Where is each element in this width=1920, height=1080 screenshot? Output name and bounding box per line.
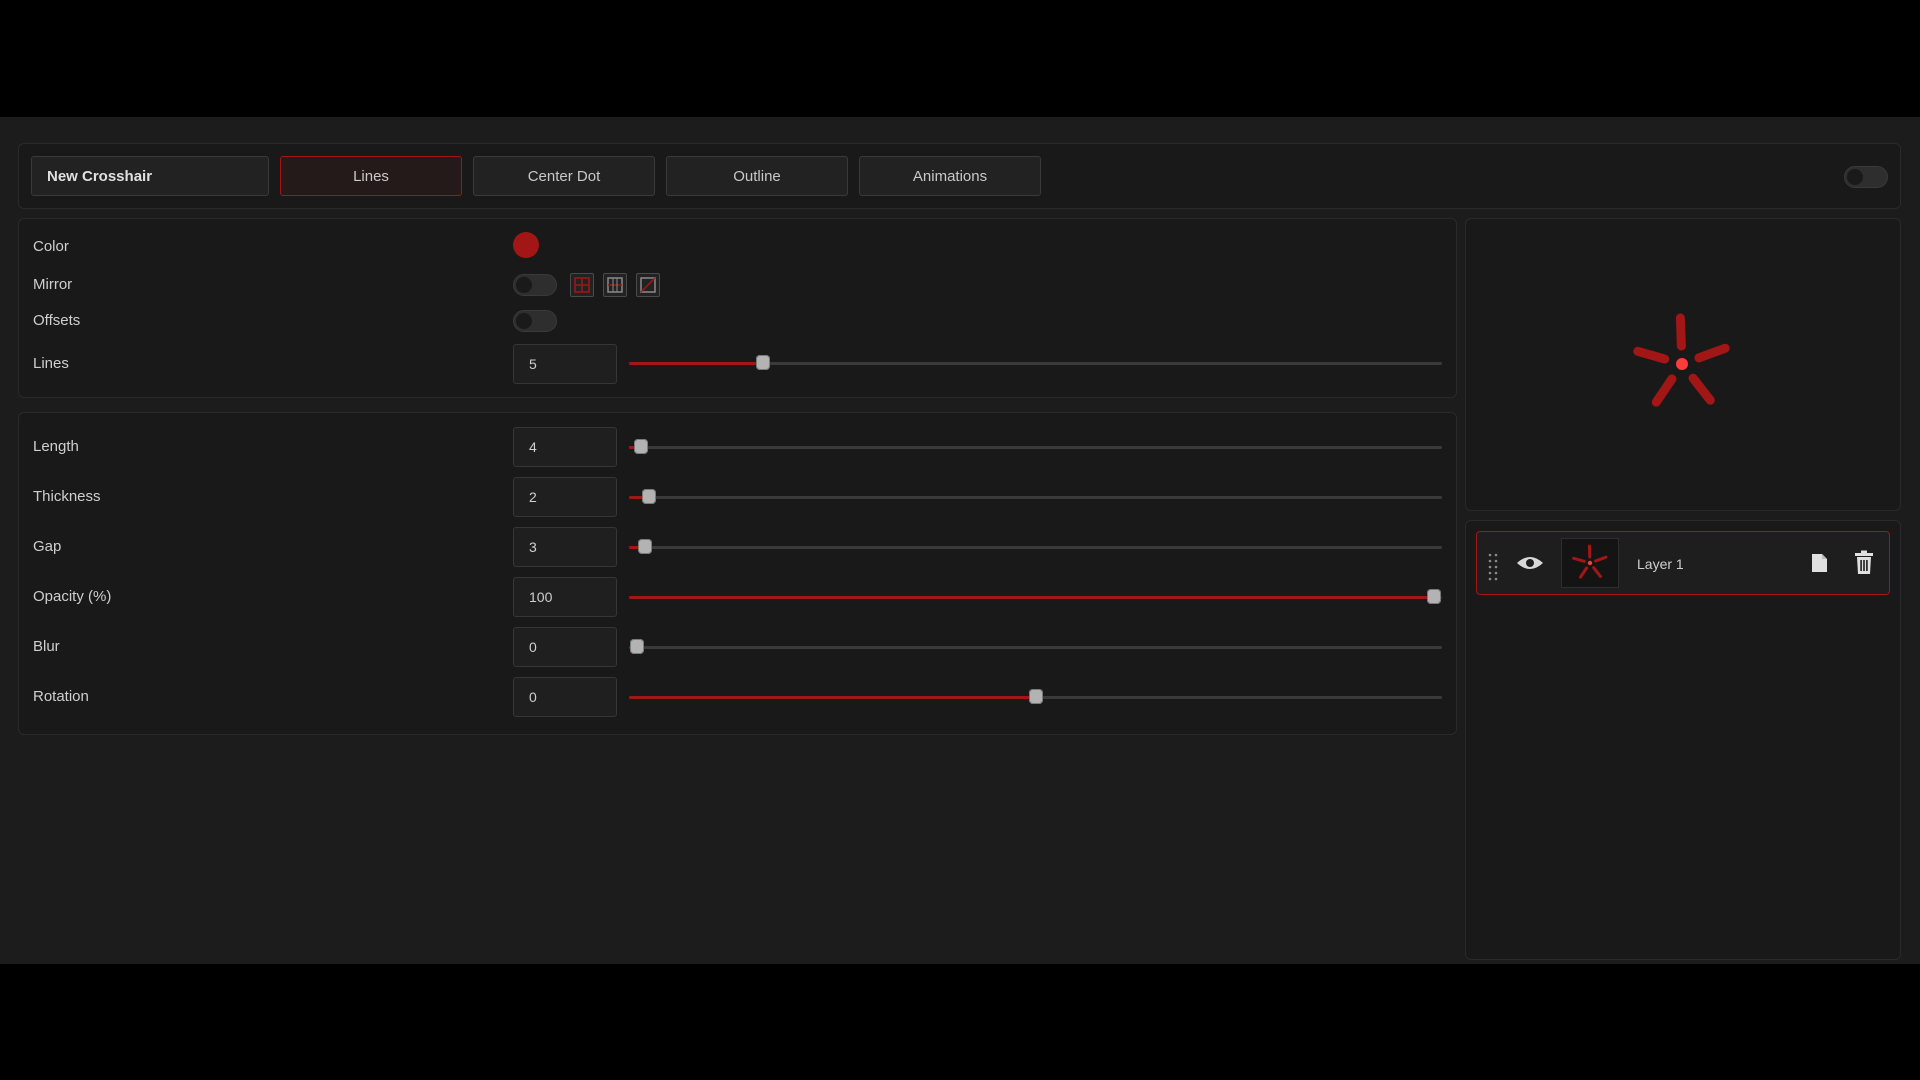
lines-input[interactable] xyxy=(513,344,617,384)
crosshair-line xyxy=(1572,556,1586,563)
offsets-toggle[interactable] xyxy=(513,310,557,332)
layers-panel: Layer 1 xyxy=(1465,520,1901,960)
tab-lines[interactable]: Lines xyxy=(280,156,462,196)
slider-track xyxy=(629,496,1442,499)
slider-track xyxy=(629,446,1442,449)
crosshair-center-dot xyxy=(1676,358,1688,370)
gap-input[interactable] xyxy=(513,527,617,567)
slider-track xyxy=(629,546,1442,549)
layer-name: Layer 1 xyxy=(1637,556,1684,572)
toggle-knob xyxy=(1847,169,1863,185)
slider-thumb[interactable] xyxy=(1427,589,1441,604)
eye-icon[interactable] xyxy=(1515,553,1545,578)
slider-fill xyxy=(629,696,1036,699)
slider-thumb[interactable] xyxy=(630,639,644,654)
layer-item[interactable]: Layer 1 xyxy=(1476,531,1890,595)
crosshair-line xyxy=(1651,374,1677,407)
slider-thumb[interactable] xyxy=(638,539,652,554)
layer-thumbnail xyxy=(1561,538,1619,588)
crosshair-line xyxy=(1633,346,1670,364)
color-label: Color xyxy=(33,238,69,255)
toggle-knob xyxy=(516,277,532,293)
blur-label: Blur xyxy=(33,638,60,655)
length-label: Length xyxy=(33,438,79,455)
crosshair-line xyxy=(1594,555,1608,563)
crosshair-preview-panel xyxy=(1465,218,1901,511)
crosshair-center-dot xyxy=(1587,560,1593,566)
gap-label: Gap xyxy=(33,538,62,555)
master-toggle[interactable] xyxy=(1844,166,1888,188)
mirror-label: Mirror xyxy=(33,276,73,293)
length-slider[interactable] xyxy=(629,439,1442,455)
crosshair-line xyxy=(1675,313,1686,351)
crosshair-line xyxy=(1694,343,1730,363)
header-bar: New Crosshair Lines Center Dot Outline A… xyxy=(18,143,1901,209)
line-params-panel: Length Thickness Gap Opacity (%) Blur Rotatio… xyxy=(18,412,1457,735)
delete-layer-icon[interactable] xyxy=(1852,550,1876,581)
crosshair-line xyxy=(1592,566,1602,578)
thickness-input[interactable] xyxy=(513,477,617,517)
rotation-label: Rotation xyxy=(33,688,89,705)
opacity-input[interactable] xyxy=(513,577,617,617)
opacity-slider[interactable] xyxy=(629,589,1442,605)
crosshair-name-field[interactable]: New Crosshair xyxy=(31,156,269,196)
crosshair-preview xyxy=(1633,313,1730,407)
length-input[interactable] xyxy=(513,427,617,467)
mirror-horizontal-icon[interactable] xyxy=(603,273,627,297)
slider-track xyxy=(629,646,1442,649)
rotation-input[interactable] xyxy=(513,677,617,717)
slider-fill xyxy=(629,596,1434,599)
slider-thumb[interactable] xyxy=(1029,689,1043,704)
drag-handle-icon[interactable] xyxy=(1487,552,1499,587)
mirror-toggle[interactable] xyxy=(513,274,557,296)
tab-animations[interactable]: Animations xyxy=(859,156,1041,196)
color-swatch[interactable] xyxy=(513,232,539,258)
crosshair-line xyxy=(1578,566,1589,579)
opacity-label: Opacity (%) xyxy=(33,588,112,605)
lines-settings-panel: Color Mirror Offsets Lines xyxy=(18,218,1457,398)
thickness-slider[interactable] xyxy=(629,489,1442,505)
mirror-diagonal-icon[interactable] xyxy=(636,273,660,297)
thickness-label: Thickness xyxy=(33,488,101,505)
tab-outline[interactable]: Outline xyxy=(666,156,848,196)
slider-thumb[interactable] xyxy=(642,489,656,504)
gap-slider[interactable] xyxy=(629,539,1442,555)
slider-thumb[interactable] xyxy=(634,439,648,454)
slider-fill xyxy=(629,362,763,365)
app-window: New Crosshair Lines Center Dot Outline A… xyxy=(0,117,1920,964)
mirror-quad-icon[interactable] xyxy=(570,273,594,297)
rotation-slider[interactable] xyxy=(629,689,1442,705)
blur-slider[interactable] xyxy=(629,639,1442,655)
slider-thumb[interactable] xyxy=(756,355,770,370)
lines-slider[interactable] xyxy=(629,355,1442,371)
tab-center-dot[interactable]: Center Dot xyxy=(473,156,655,196)
offsets-label: Offsets xyxy=(33,312,81,329)
lines-label: Lines xyxy=(33,355,69,372)
crosshair-line xyxy=(1688,373,1715,405)
toggle-knob xyxy=(516,313,532,329)
blur-input[interactable] xyxy=(513,627,617,667)
duplicate-layer-icon[interactable] xyxy=(1807,551,1831,580)
